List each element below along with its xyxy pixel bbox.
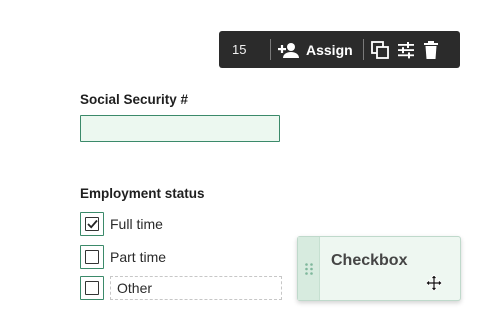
assign-person-icon [277, 42, 301, 58]
checkbox-square [85, 281, 99, 295]
option-other[interactable]: Other [80, 276, 282, 300]
ssn-label: Social Security # [80, 92, 189, 107]
option-full-time[interactable]: Full time [80, 212, 163, 236]
drag-card-title: Checkbox [331, 252, 408, 269]
option-label-full-time: Full time [110, 216, 163, 232]
assign-button[interactable]: Assign [271, 39, 364, 60]
option-part-time[interactable]: Part time [80, 245, 166, 269]
field-number: 15 [219, 39, 271, 60]
other-text-field[interactable]: Other [110, 276, 282, 300]
ssn-input[interactable] [80, 115, 280, 142]
checkmark-icon [85, 217, 99, 231]
checkbox-field-drag-card[interactable]: Checkbox [297, 236, 461, 301]
checkbox-square [85, 250, 99, 264]
field-toolbar: 15 Assign [219, 31, 460, 68]
option-label-other: Other [117, 280, 153, 296]
option-label-part-time: Part time [110, 249, 167, 265]
checkbox-other[interactable] [80, 276, 104, 300]
settings-sliders-icon[interactable] [396, 40, 416, 60]
checkbox-part-time[interactable] [80, 245, 104, 269]
duplicate-icon[interactable] [370, 40, 390, 60]
form-editor-canvas: 15 Assign Social Security # Employment s… [0, 0, 490, 330]
drag-handle-icon[interactable] [298, 237, 320, 300]
assign-label: Assign [306, 41, 353, 58]
move-cursor-icon [425, 274, 443, 297]
employment-status-label: Employment status [80, 186, 205, 201]
delete-icon[interactable] [422, 40, 440, 60]
checkbox-full-time[interactable] [80, 212, 104, 236]
